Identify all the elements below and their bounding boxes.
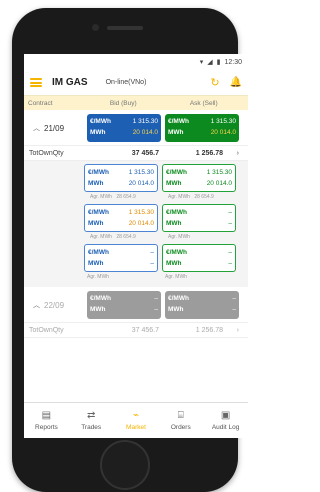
bell-icon[interactable]: 🔔	[230, 77, 242, 88]
best-ask-cell[interactable]: €/MWh 1 315.30 MWh 20 014.0	[165, 114, 239, 142]
wifi-icon: ▾	[199, 59, 204, 66]
product-row[interactable]: ︿ 21/09 €/MWh 1 315.30 MWh 20 014.0 €/MWh 1…	[24, 110, 248, 145]
clock: 12:30	[224, 58, 242, 66]
column-header: Contract Bid (Buy) Ask (Sell)	[24, 96, 248, 110]
connection-status: On-line(VNo)	[105, 79, 147, 86]
chevron-right-icon[interactable]: ›	[223, 150, 239, 157]
total-own-qty-row[interactable]: TotOwnQty 37 456.7 1 256.78 ›	[24, 145, 248, 161]
app-bar: IM GAS On-line(VNo) ↻ 🔔	[24, 70, 248, 96]
aggregate-row: Agr. MWh 28 654.9 Agr. MWh	[90, 234, 190, 240]
refresh-icon[interactable]: ↻	[210, 76, 219, 89]
tab-trades[interactable]: ⇄ Trades	[69, 403, 114, 438]
bid-order-cell[interactable]: €/MWh – MWh –	[84, 244, 158, 272]
ask-order-cell[interactable]: €/MWh 1 315.30 MWh 20 014.0	[162, 164, 236, 192]
col-bid: Bid (Buy)	[109, 99, 137, 107]
ask-cell-inactive[interactable]: €/MWh – MWh –	[165, 291, 239, 319]
tab-market[interactable]: ⌁ Market	[114, 403, 159, 438]
total-own-qty-row[interactable]: TotOwnQty 37 456.7 1 256.78 ›	[24, 322, 248, 338]
bottom-tab-bar: ▤ Reports ⇄ Trades ⌁ Market ⌸ Orders ▣ A…	[24, 402, 248, 438]
product-date: 22/09	[44, 300, 65, 310]
col-ask: Ask (Sell)	[189, 99, 218, 107]
col-contract: Contract	[28, 99, 53, 107]
camera	[92, 24, 99, 31]
reports-icon: ▤	[41, 410, 52, 421]
product-date: 21/09	[44, 123, 65, 133]
home-button[interactable]	[100, 440, 150, 490]
depth-row: €/MWh 1 315.30 MWh 20 014.0 €/MWh 1 315.30 …	[84, 164, 248, 192]
app-screen: ▾ ◢ ▮ 12:30 IM GAS On-line(VNo) ↻ 🔔 Cont…	[24, 54, 248, 438]
bid-cell-inactive[interactable]: €/MWh – MWh –	[87, 291, 161, 319]
chevron-up-icon[interactable]: ︿	[33, 123, 40, 133]
orders-icon: ⌸	[177, 410, 184, 421]
best-bid-cell[interactable]: €/MWh 1 315.30 MWh 20 014.0	[87, 114, 161, 142]
ask-order-cell[interactable]: €/MWh – MWh –	[162, 244, 236, 272]
ask-order-cell[interactable]: €/MWh – MWh –	[162, 204, 236, 232]
aggregate-row: Agr. MWh Agr. MWh	[87, 274, 187, 280]
depth-row: €/MWh 1 315.30 MWh 20 014.0 €/MWh – MWh –	[84, 204, 248, 232]
tab-reports[interactable]: ▤ Reports	[24, 403, 69, 438]
menu-icon[interactable]	[30, 78, 42, 87]
order-depth: €/MWh 1 315.30 MWh 20 014.0 €/MWh 1 315.30 …	[24, 161, 248, 287]
speaker	[107, 26, 143, 30]
trades-icon: ⇄	[87, 410, 96, 421]
tab-orders[interactable]: ⌸ Orders	[158, 403, 203, 438]
depth-row: €/MWh – MWh – €/MWh – MWh –	[84, 244, 248, 272]
audit-log-icon: ▣	[220, 410, 231, 421]
tab-audit-log[interactable]: ▣ Audit Log	[203, 403, 248, 438]
chevron-up-icon[interactable]: ︿	[33, 300, 40, 310]
phone-mockup: ▾ ◢ ▮ 12:30 IM GAS On-line(VNo) ↻ 🔔 Cont…	[0, 0, 248, 492]
bid-order-cell[interactable]: €/MWh 1 315.30 MWh 20 014.0	[84, 204, 158, 232]
app-title: IM GAS	[52, 77, 88, 88]
bid-order-cell[interactable]: €/MWh 1 315.30 MWh 20 014.0	[84, 164, 158, 192]
status-bar: ▾ ◢ ▮ 12:30	[24, 54, 248, 70]
signal-icon: ◢	[207, 59, 213, 66]
chevron-right-icon[interactable]: ›	[223, 327, 239, 334]
market-icon: ⌁	[132, 410, 139, 421]
battery-icon: ▮	[216, 59, 221, 66]
aggregate-row: Agr. MWh 28 654.9 Agr. MWh 28 654.9	[90, 194, 214, 200]
product-row[interactable]: ︿ 22/09 €/MWh – MWh – €/MWh – MWh –	[24, 287, 248, 322]
